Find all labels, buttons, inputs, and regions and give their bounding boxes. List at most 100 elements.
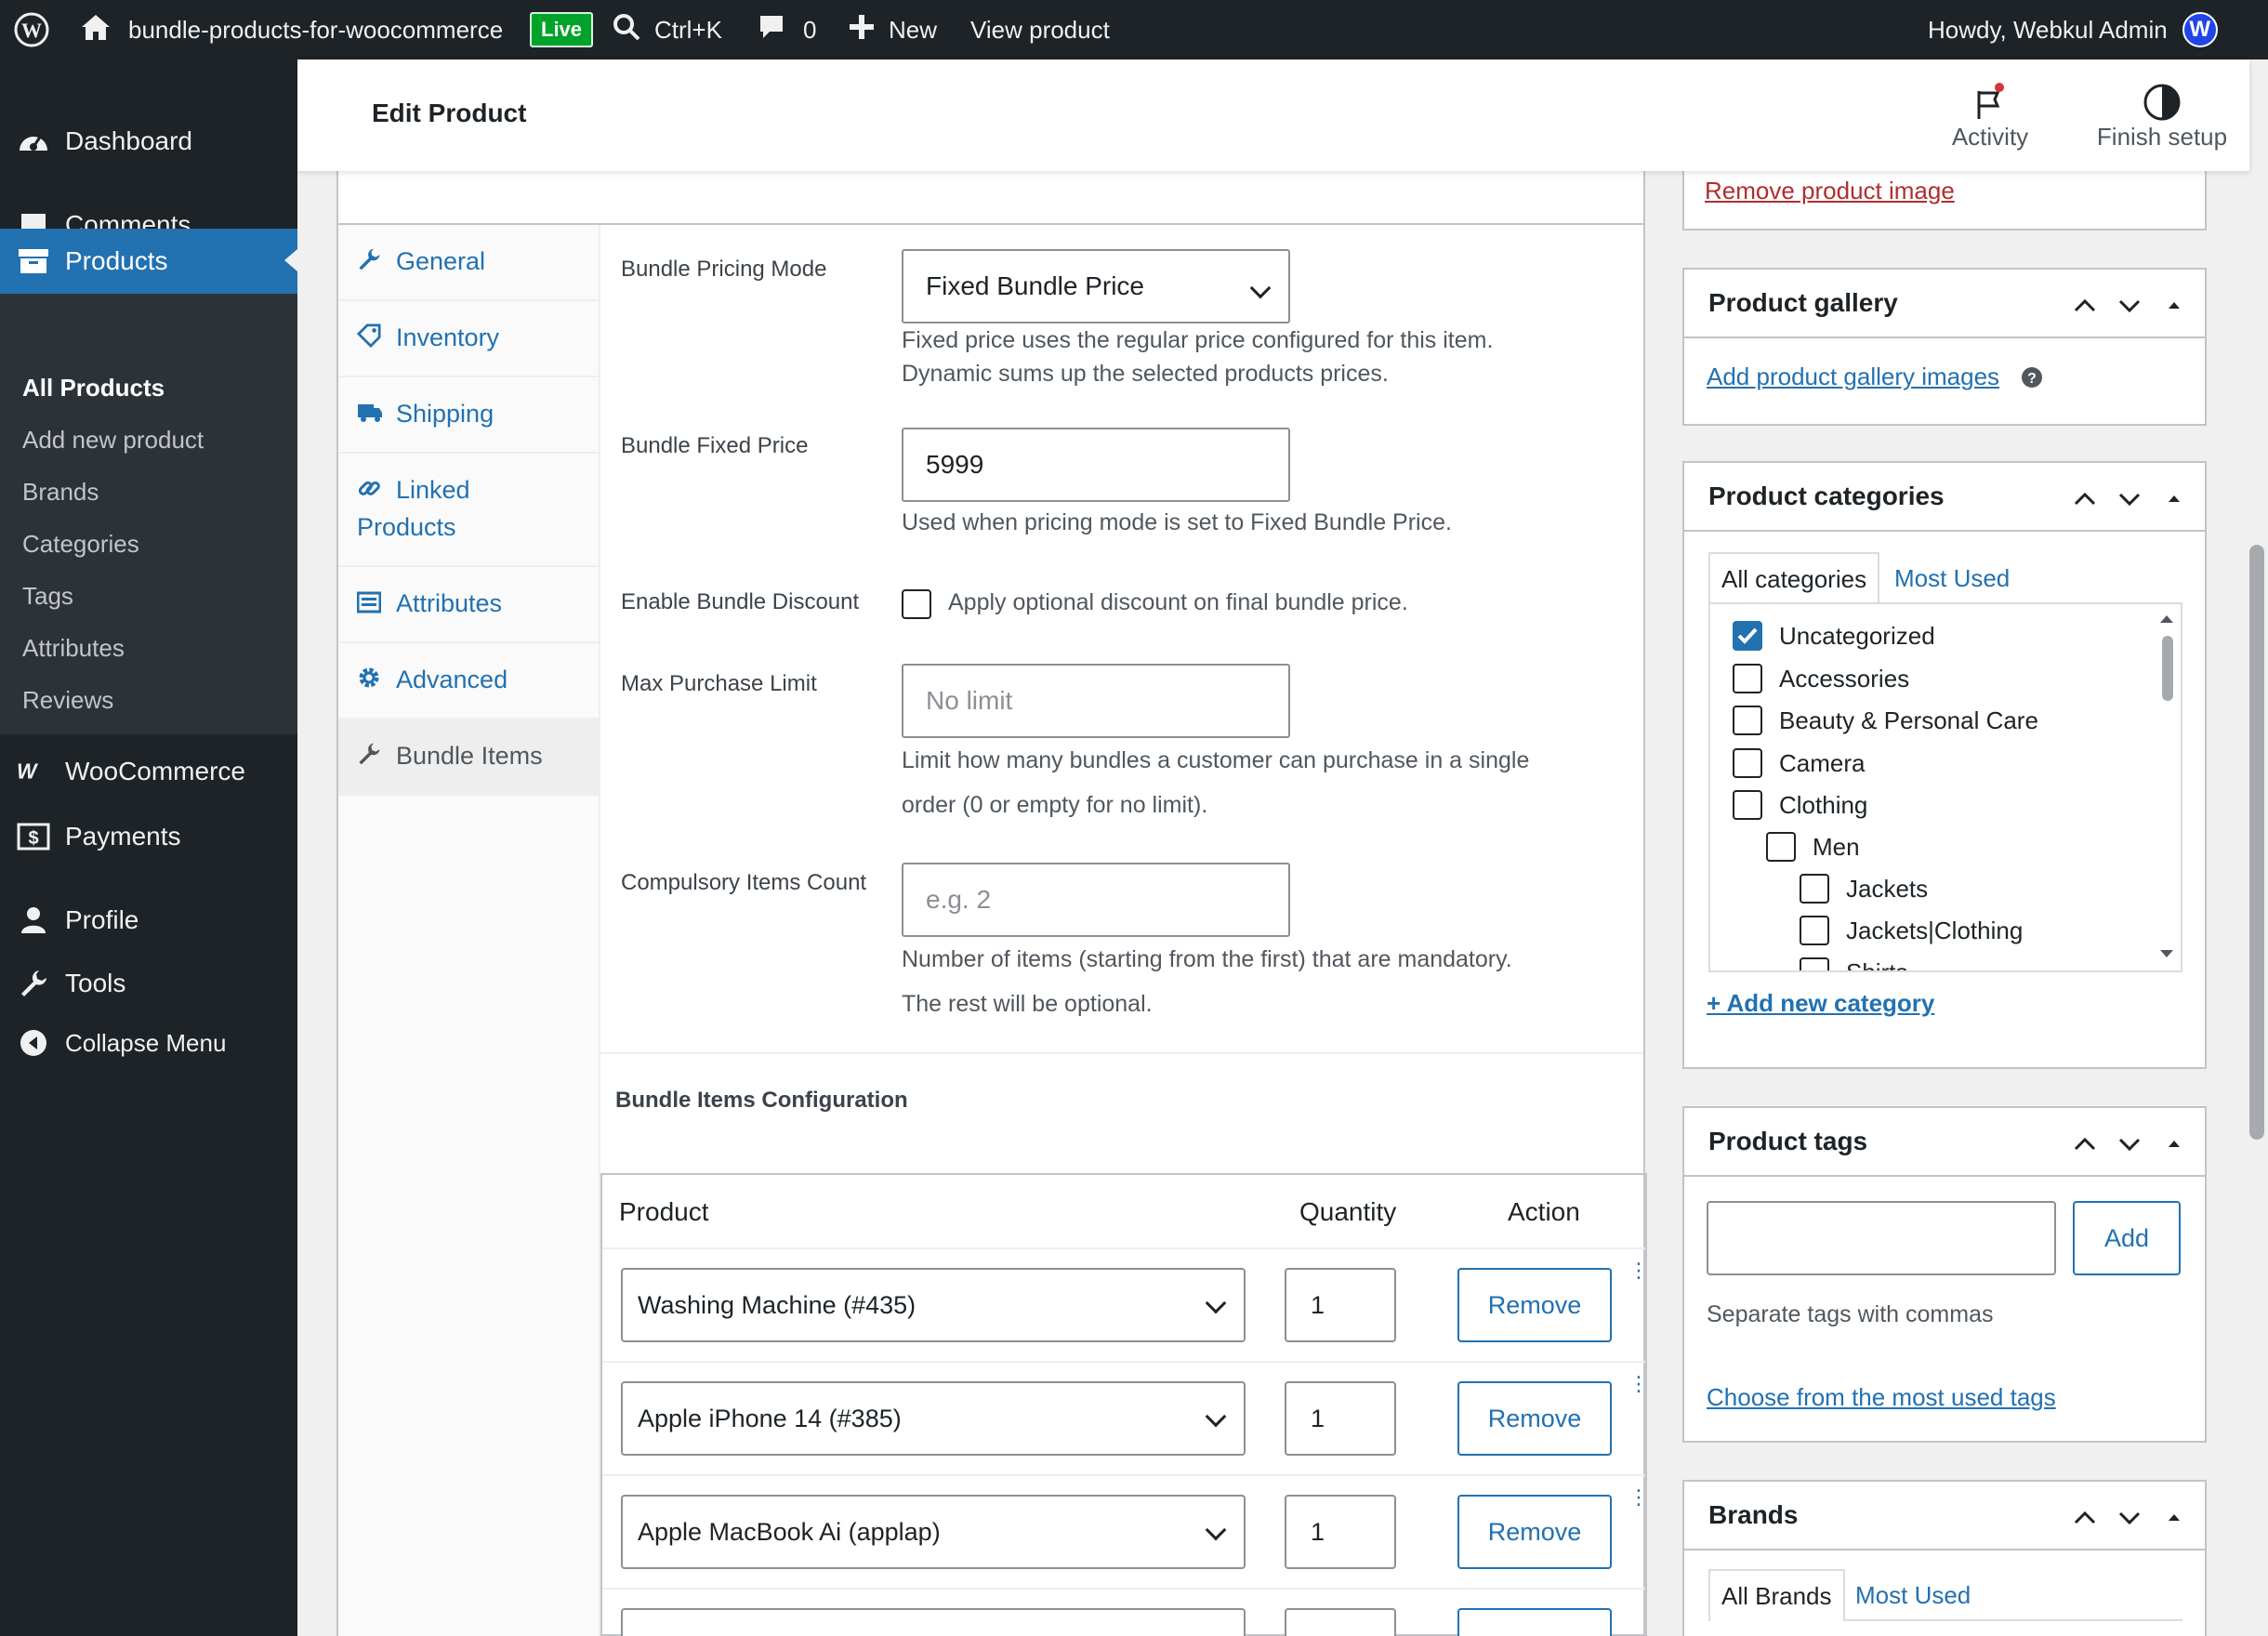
view-product-link[interactable]: View product <box>970 0 1110 59</box>
finish-setup-button[interactable]: Finish setup <box>2080 78 2244 162</box>
page-scrollbar-thumb[interactable] <box>2249 545 2264 1140</box>
comments-link[interactable]: 0 <box>757 0 816 59</box>
add-new-category-link[interactable]: + Add new category <box>1707 989 1934 1018</box>
page-scrollbar[interactable] <box>2246 59 2268 1636</box>
tab-attributes[interactable]: Attributes <box>338 567 599 643</box>
menu-products-label: Products <box>65 246 168 275</box>
product-select[interactable]: Washing Machine (#435) <box>621 1268 1246 1342</box>
category-item[interactable]: Camera <box>1733 748 1865 778</box>
tab-most-used-categories[interactable]: Most Used <box>1883 552 2021 604</box>
category-item[interactable]: Jackets|Clothing <box>1800 916 2023 945</box>
tab-most-used-brands[interactable]: Most Used <box>1844 1569 1982 1621</box>
checkbox[interactable] <box>1800 874 1829 904</box>
remove-button[interactable]: Remove <box>1457 1381 1612 1456</box>
category-item[interactable]: Men <box>1766 832 1860 862</box>
drag-handle-icon[interactable]: ⋮ <box>1628 1372 1649 1396</box>
checkbox[interactable] <box>1800 916 1829 945</box>
menu-woocommerce[interactable]: W WooCommerce <box>0 740 297 803</box>
live-status[interactable]: Live <box>530 0 594 59</box>
chevron-up-icon[interactable] <box>2071 292 2099 320</box>
tab-shipping[interactable]: Shipping <box>338 377 599 454</box>
menu-collapse[interactable]: Collapse Menu <box>0 1011 297 1075</box>
choose-most-used-tags-link[interactable]: Choose from the most used tags <box>1707 1383 2056 1412</box>
max-purchase-limit-input[interactable]: No limit <box>902 664 1290 738</box>
tab-all-categories[interactable]: All categories <box>1708 552 1880 604</box>
chevron-down-icon[interactable] <box>2116 1504 2143 1532</box>
remove-button[interactable]: Remove <box>1457 1495 1612 1569</box>
toggle-panel-icon[interactable] <box>2160 1130 2188 1158</box>
submenu-brands[interactable]: Brands <box>22 478 99 507</box>
drag-handle-icon[interactable]: ⋮ <box>1628 1259 1649 1283</box>
site-home-link[interactable]: bundle-products-for-woocommerce <box>80 0 503 59</box>
new-content-link[interactable]: New <box>848 0 937 59</box>
activity-button[interactable]: Activity <box>1920 78 2060 162</box>
remove-product-image-link[interactable]: Remove product image <box>1705 177 1955 205</box>
submenu-attributes[interactable]: Attributes <box>22 634 125 663</box>
tab-inventory[interactable]: Inventory <box>338 301 599 377</box>
tab-general[interactable]: General <box>338 225 599 301</box>
drag-handle-icon[interactable]: ⋮ <box>1628 1485 1649 1510</box>
tags-input[interactable] <box>1707 1201 2056 1275</box>
chevron-down-icon[interactable] <box>2116 292 2143 320</box>
category-item[interactable]: Accessories <box>1733 664 1909 693</box>
product-select[interactable]: Apple MacBook Ai (applap) <box>621 1495 1246 1569</box>
max-limit-placeholder: No limit <box>926 686 1013 715</box>
checkbox-checked[interactable] <box>1733 621 1762 651</box>
remove-button[interactable]: Remove <box>1457 1268 1612 1342</box>
tab-advanced[interactable]: Advanced <box>338 643 599 719</box>
toggle-panel-icon[interactable] <box>2160 1504 2188 1532</box>
remove-button[interactable] <box>1457 1608 1612 1636</box>
toggle-panel-icon[interactable] <box>2160 292 2188 320</box>
checkbox[interactable] <box>1800 957 1829 970</box>
help-question-icon[interactable]: ? <box>2021 366 2043 393</box>
quantity-input[interactable]: 1 <box>1285 1495 1396 1569</box>
truck-icon <box>357 402 383 428</box>
menu-payments[interactable]: $ Payments <box>0 805 297 868</box>
toggle-panel-icon[interactable] <box>2160 485 2188 513</box>
wordpress-logo-icon[interactable]: W <box>13 0 50 59</box>
tab-linked-products[interactable]: Linked Products <box>338 454 599 567</box>
menu-tools[interactable]: Tools <box>0 952 297 1015</box>
submenu-reviews[interactable]: Reviews <box>22 686 113 715</box>
category-item[interactable]: Beauty & Personal Care <box>1733 706 2038 735</box>
chevron-down-icon[interactable] <box>2116 1130 2143 1158</box>
chevron-down-icon[interactable] <box>2116 485 2143 513</box>
tab-bundle-items[interactable]: Bundle Items <box>338 719 599 796</box>
checkbox[interactable] <box>1766 832 1796 862</box>
checkbox[interactable] <box>1733 790 1762 820</box>
submenu-categories[interactable]: Categories <box>22 530 139 559</box>
add-tag-button[interactable]: Add <box>2073 1201 2181 1275</box>
chevron-down-icon <box>1205 1519 1227 1541</box>
bundle-fixed-price-input[interactable]: 5999 <box>902 428 1290 502</box>
chevron-up-icon[interactable] <box>2071 1504 2099 1532</box>
bundle-pricing-mode-select[interactable]: Fixed Bundle Price <box>902 249 1290 323</box>
category-item[interactable]: Shirts <box>1800 957 1907 970</box>
command-search[interactable]: Ctrl+K <box>612 0 722 59</box>
menu-dashboard[interactable]: Dashboard <box>0 110 297 173</box>
tab-all-brands[interactable]: All Brands <box>1708 1569 1845 1621</box>
checkbox[interactable] <box>1733 706 1762 735</box>
enable-bundle-discount-checkbox[interactable] <box>902 589 931 619</box>
category-item[interactable]: Uncategorized <box>1733 621 1935 651</box>
compulsory-items-count-input[interactable]: e.g. 2 <box>902 863 1290 937</box>
menu-tools-label: Tools <box>65 969 126 997</box>
quantity-input[interactable] <box>1285 1608 1396 1636</box>
checkbox[interactable] <box>1733 748 1762 778</box>
product-select[interactable]: Apple iPhone 14 (#385) <box>621 1381 1246 1456</box>
menu-profile[interactable]: Profile <box>0 889 297 952</box>
submenu-add-new-product[interactable]: Add new product <box>22 426 204 455</box>
chevron-up-icon[interactable] <box>2071 485 2099 513</box>
category-scrollbar[interactable] <box>2153 604 2181 970</box>
menu-products[interactable]: Products <box>0 229 297 294</box>
quantity-input[interactable]: 1 <box>1285 1268 1396 1342</box>
submenu-all-products[interactable]: All Products <box>22 374 165 402</box>
add-gallery-images-link[interactable]: Add product gallery images <box>1707 363 1999 391</box>
category-item[interactable]: Clothing <box>1733 790 1867 820</box>
category-item[interactable]: Jackets <box>1800 874 1928 904</box>
account-menu[interactable]: Howdy, Webkul Admin W <box>1928 0 2218 59</box>
chevron-up-icon[interactable] <box>2071 1130 2099 1158</box>
submenu-tags[interactable]: Tags <box>22 582 73 611</box>
checkbox[interactable] <box>1733 664 1762 693</box>
product-select[interactable] <box>621 1608 1246 1636</box>
quantity-input[interactable]: 1 <box>1285 1381 1396 1456</box>
